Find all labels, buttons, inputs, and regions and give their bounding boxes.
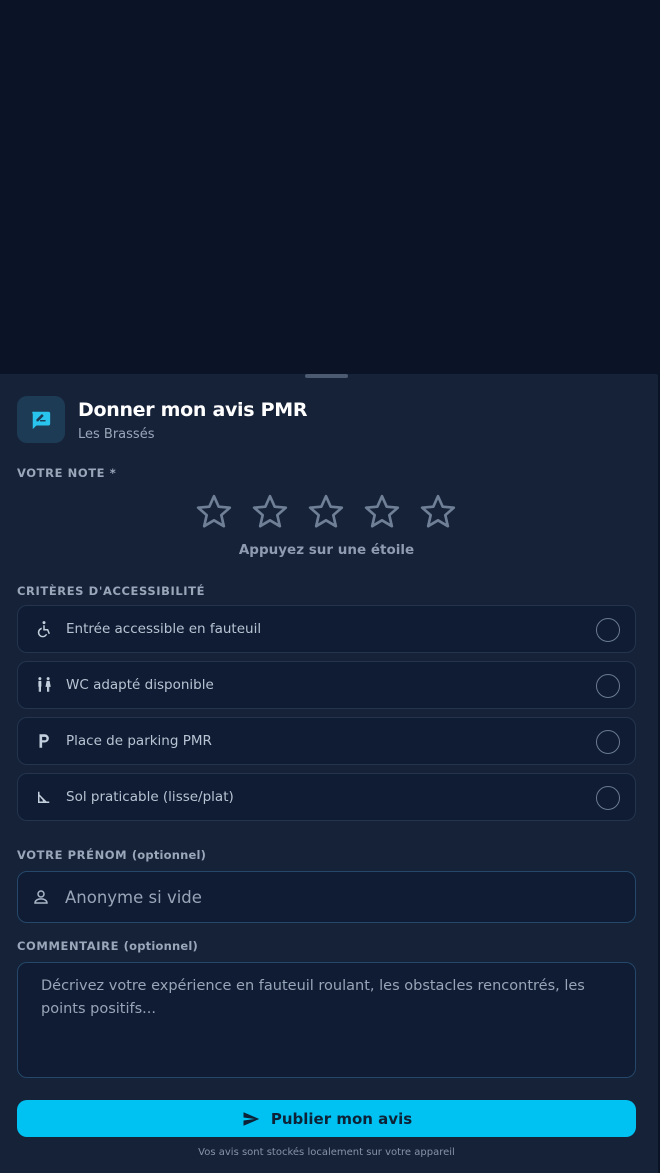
sheet-title: Donner mon avis PMR (78, 399, 308, 421)
send-icon (243, 1111, 260, 1126)
publish-button-label: Publier mon avis (270, 1109, 413, 1128)
user-icon (34, 890, 48, 904)
review-bottom-sheet: Donner mon avis PMR Les Brassés VOTRE NO… (0, 374, 658, 1173)
sheet-header: Donner mon avis PMR Les Brassés (17, 396, 637, 444)
star-5-icon[interactable] (418, 492, 458, 532)
place-name: Les Brassés (78, 427, 155, 442)
criterion-pmr-parking[interactable]: Place de parking PMR (17, 717, 636, 765)
criterion-wheelchair-entrance[interactable]: Entrée accessible en fauteuil (17, 605, 636, 653)
criteria-list: Entrée accessible en fauteuil WC adapté … (17, 605, 636, 829)
comment-textarea[interactable] (41, 975, 611, 1070)
publish-review-button[interactable]: Publier mon avis (17, 1100, 636, 1137)
name-field[interactable] (17, 871, 636, 923)
criterion-checkbox[interactable] (596, 786, 620, 810)
name-input[interactable] (65, 872, 625, 922)
drag-handle[interactable] (305, 374, 348, 378)
comment-label-text: COMMENTAIRE (17, 939, 120, 953)
criterion-checkbox[interactable] (596, 674, 620, 698)
storage-footnote: Vos avis sont stockés localement sur vot… (198, 1147, 455, 1158)
star-rating (194, 492, 464, 534)
review-icon (17, 396, 65, 443)
comment-field[interactable] (17, 962, 636, 1078)
wheelchair-icon (34, 619, 54, 639)
criterion-label: Entrée accessible en fauteuil (66, 621, 262, 637)
criterion-label: Sol praticable (lisse/plat) (66, 789, 234, 805)
name-label-text: VOTRE PRÉNOM (17, 848, 128, 862)
star-2-icon[interactable] (250, 492, 290, 532)
comment-optional-text: (optionnel) (123, 939, 198, 953)
star-4-icon[interactable] (362, 492, 402, 532)
star-3-icon[interactable] (306, 492, 346, 532)
rating-hint: Appuyez sur une étoile (238, 542, 415, 558)
name-field-label: VOTRE PRÉNOM (optionnel) (17, 848, 206, 862)
modal-backdrop[interactable] (0, 0, 660, 374)
rating-label: VOTRE NOTE * (17, 466, 117, 480)
criteria-label: CRITÈRES D'ACCESSIBILITÉ (17, 584, 206, 598)
criterion-checkbox[interactable] (596, 730, 620, 754)
criterion-accessible-wc[interactable]: WC adapté disponible (17, 661, 636, 709)
floor-angle-icon (34, 787, 54, 807)
star-1-icon[interactable] (194, 492, 234, 532)
restroom-icon (34, 675, 54, 695)
criterion-checkbox[interactable] (596, 618, 620, 642)
parking-icon (34, 731, 54, 751)
comment-field-label: COMMENTAIRE (optionnel) (17, 939, 198, 953)
criterion-label: Place de parking PMR (66, 733, 212, 749)
criterion-flat-floor[interactable]: Sol praticable (lisse/plat) (17, 773, 636, 821)
name-optional-text: (optionnel) (131, 848, 207, 862)
criterion-label: WC adapté disponible (66, 677, 214, 693)
